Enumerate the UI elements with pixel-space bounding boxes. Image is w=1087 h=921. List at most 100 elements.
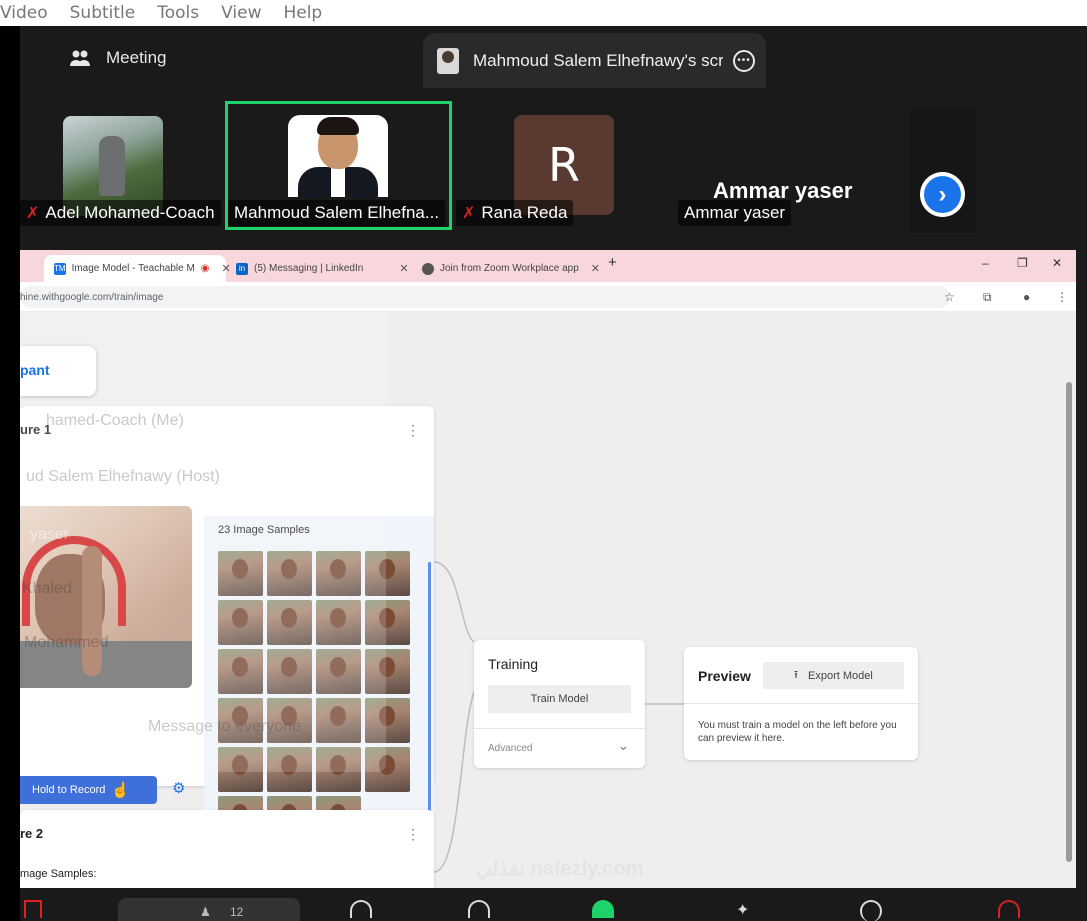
browser-tab-teachable[interactable]: TM Image Model - Teachable M ◉ ✕ — [44, 255, 231, 282]
advanced-toggle[interactable]: Advanced — [488, 743, 532, 754]
close-window-button[interactable]: ✕ — [1052, 256, 1062, 270]
class-2-title[interactable]: re 2 — [20, 826, 43, 841]
linkedin-favicon-icon: in — [236, 262, 248, 275]
ghost-chat-hint: Message to everyone — [148, 718, 301, 735]
mic-muted-icon[interactable] — [24, 900, 42, 918]
reactions-icon[interactable] — [860, 900, 882, 921]
hold-to-record-label: Hold to Record — [32, 784, 106, 796]
hand-cursor-icon: ☝ — [111, 782, 131, 799]
new-tab-button[interactable]: + — [608, 254, 617, 271]
more-options-icon[interactable]: ••• — [733, 49, 755, 72]
close-tab-icon[interactable]: ✕ — [591, 262, 600, 275]
mic-muted-icon: ✗ — [462, 205, 476, 222]
minimize-button[interactable]: – — [982, 256, 989, 270]
participant-name-rana: ✗ Rana Reda — [456, 200, 574, 226]
ghost-search-box: pant — [20, 346, 96, 396]
page-scrollbar[interactable] — [1066, 382, 1072, 862]
ghost-row: Mohammed — [24, 634, 109, 651]
menu-help[interactable]: Help — [283, 3, 322, 23]
menu-subtitle[interactable]: Subtitle — [70, 3, 136, 23]
teachable-favicon-icon: TM — [54, 262, 66, 275]
people-icon: ♟ — [200, 905, 211, 919]
sharer-avatar — [437, 47, 459, 74]
participant-name-mahmoud: Mahmoud Salem Elhefna... — [228, 200, 446, 226]
screen-root: Video Subtitle Tools View Help Meeting M… — [0, 0, 1087, 921]
participants-icon — [68, 46, 92, 70]
mic-muted-icon: ✗ — [26, 205, 40, 222]
browser-tab-title: Image Model - Teachable M — [71, 263, 195, 274]
export-model-label: Export Model — [808, 669, 873, 682]
class-2-menu-icon[interactable]: ⋮ — [406, 826, 420, 843]
browser-toolbar: hine.withgoogle.com/train/image ☆ ⧉ ● ⋮ — [20, 282, 1076, 312]
apps-sparkle-icon[interactable]: ✦ — [736, 900, 749, 920]
teachable-machine-page: ure 1 ⋮ m ✕ 23 Image Samples Hold to Rec… — [20, 312, 1076, 912]
ghost-row: yaser — [30, 526, 70, 543]
zoom-meeting-window: Meeting Mahmoud Salem Elhefnawy's scre •… — [20, 26, 1087, 921]
participant-name-text: Rana Reda — [481, 203, 568, 222]
browser-tab-strip: TM Image Model - Teachable M ◉ ✕ in (5) … — [20, 250, 1076, 282]
tab-share-label: Mahmoud Salem Elhefnawy's scre — [473, 50, 723, 70]
participant-name-text: Mahmoud Salem Elhefna... — [234, 203, 440, 222]
training-card: Training Train Model Advanced ⌄ — [474, 640, 645, 768]
preview-note: You must train a model on the left befor… — [698, 720, 897, 744]
profile-icon[interactable]: ● — [1023, 290, 1030, 304]
browser-tab-linkedin[interactable]: in (5) Messaging | LinkedIn ✕ — [226, 255, 412, 282]
tab-screen-share[interactable]: Mahmoud Salem Elhefnawy's scre ••• — [423, 33, 766, 88]
participant-strip: ✗ Adel Mohamed-Coach Mahmoud Salem Elhefn… — [20, 88, 1087, 250]
menu-tools[interactable]: Tools — [157, 3, 199, 23]
participants-count: 12 — [230, 905, 244, 919]
chat-icon[interactable] — [350, 900, 372, 918]
share-screen-icon[interactable] — [592, 900, 614, 918]
next-participants-button[interactable]: › — [920, 172, 965, 217]
zoom-toolbar: ♟ 12 ✦ — [20, 888, 1087, 921]
participant-name-text: Adel Mohamed-Coach — [45, 203, 215, 222]
extensions-icon[interactable]: ⧉ — [983, 290, 992, 305]
zoom-tabbar: Meeting Mahmoud Salem Elhefnawy's scre •… — [20, 26, 1087, 88]
ghost-row: hamed-Coach (Me) — [46, 412, 184, 429]
participants-button[interactable]: ♟ 12 — [118, 898, 300, 921]
export-model-button[interactable]: ⭱ Export Model — [763, 662, 904, 689]
participant-name-text: Ammar yaser — [684, 203, 786, 222]
menu-view[interactable]: View — [221, 3, 261, 23]
browser-tab-title: Join from Zoom Workplace app — [440, 263, 579, 274]
leave-icon[interactable] — [998, 900, 1020, 918]
maximize-button[interactable]: ❐ — [1017, 256, 1028, 270]
divider — [684, 703, 918, 704]
browser-tab-zoom[interactable]: Join from Zoom Workplace app ✕ — [412, 255, 600, 282]
browser-tab-title: (5) Messaging | LinkedIn — [254, 263, 364, 274]
address-bar[interactable]: hine.withgoogle.com/train/image — [20, 286, 950, 308]
tab-meeting-label: Meeting — [106, 48, 167, 67]
divider — [474, 728, 645, 729]
shared-screen: TM Image Model - Teachable M ◉ ✕ in (5) … — [20, 250, 1076, 912]
class-2-samples-label: mage Samples: — [20, 868, 97, 880]
upload-icon: ⭱ — [794, 669, 799, 681]
recording-icon: ◉ — [200, 263, 210, 274]
app-menubar: Video Subtitle Tools View Help — [0, 0, 1087, 26]
watermark: نفذلي nafezly.com — [476, 856, 644, 881]
menu-video[interactable]: Video — [0, 3, 48, 23]
left-black-edge — [0, 26, 20, 921]
address-url: hine.withgoogle.com/train/image — [20, 291, 164, 303]
watermark-domain: nafezly.com — [530, 858, 644, 880]
training-title: Training — [488, 656, 539, 672]
class-1-menu-icon[interactable]: ⋮ — [406, 422, 420, 439]
tab-meeting[interactable]: Meeting — [68, 40, 166, 76]
bookmark-star-icon[interactable]: ☆ — [944, 290, 955, 304]
preview-card: Preview ⭱ Export Model You must train a m… — [684, 647, 918, 760]
ghost-search-text: pant — [20, 362, 50, 378]
ghost-row: ud Salem Elhefnawy (Host) — [26, 468, 220, 485]
participant-name-ammar: Ammar yaser — [678, 200, 792, 226]
close-tab-icon[interactable]: ✕ — [399, 262, 408, 275]
preview-title: Preview — [698, 668, 751, 684]
browser-menu-icon[interactable]: ⋮ — [1056, 290, 1068, 304]
chevron-down-icon[interactable]: ⌄ — [618, 738, 629, 754]
chevron-right-icon: › — [924, 176, 961, 213]
ghost-row: Khaled — [22, 580, 72, 597]
settings-gear-icon[interactable]: ⚙ — [172, 779, 185, 797]
globe-icon — [422, 262, 434, 275]
share-icon[interactable] — [468, 900, 490, 918]
hold-to-record-button[interactable]: Hold to Record ☝ — [20, 776, 157, 804]
train-model-button[interactable]: Train Model — [488, 685, 631, 713]
participant-name-adel: ✗ Adel Mohamed-Coach — [20, 200, 221, 226]
samples-scrollbar[interactable] — [428, 562, 431, 842]
